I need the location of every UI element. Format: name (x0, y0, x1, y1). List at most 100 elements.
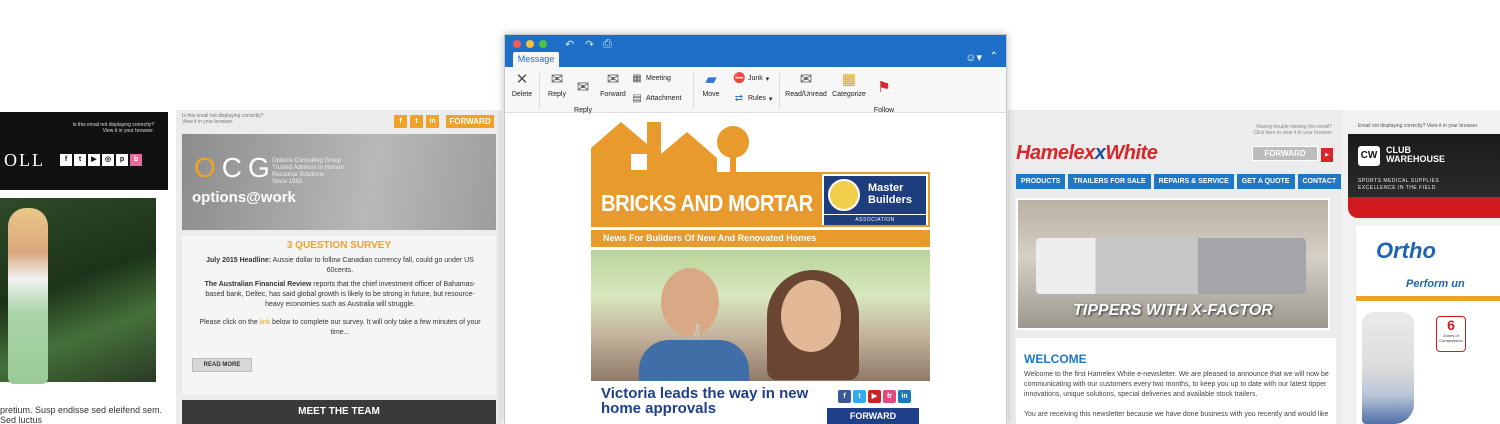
blog-icon[interactable]: b (130, 154, 142, 166)
view-in-browser-link[interactable]: View it in your browser. (1427, 123, 1478, 129)
rules-icon: ⇄ (734, 93, 744, 104)
redo-icon[interactable]: ↷ (585, 38, 594, 51)
ocg-body: 3 QUESTION SURVEY July 2015 Headline: Au… (182, 236, 496, 394)
rules-dropdown[interactable]: ⇄ Rules ▾ (733, 93, 773, 104)
compression-sock-image (1362, 312, 1414, 424)
print-icon[interactable]: ⎙ (603, 38, 612, 51)
nav-get-a-quote[interactable]: GET A QUOTE (1236, 174, 1295, 189)
model-figure (8, 208, 48, 384)
photo-woman-face (781, 280, 841, 352)
youtube-icon[interactable]: ▶ (1321, 148, 1333, 162)
delete-button[interactable]: ✕ Delete (509, 71, 535, 99)
house-silhouette (591, 122, 717, 178)
delete-x-icon: ✕ (515, 71, 529, 88)
youtube-icon[interactable]: ▶ (88, 154, 100, 166)
newsletter-forward-button[interactable]: FORWARD (827, 408, 919, 424)
clubwarehouse-banner: CW CLUB WAREHOUSE SPORTS MEDICAL SUPPLIE… (1348, 134, 1500, 218)
nav-trailers-for-sale[interactable]: TRAILERS FOR SALE (1068, 174, 1151, 189)
read-unread-button[interactable]: ✉ Read/Unread (783, 71, 829, 99)
clubwarehouse-name: CLUB WAREHOUSE (1386, 145, 1446, 164)
facebook-icon[interactable]: f (838, 390, 851, 403)
cw-logo-mark: CW (1358, 146, 1380, 166)
attachment-button[interactable]: ▤ Attachment (631, 93, 681, 104)
view-in-browser-note[interactable]: Is this email not displaying correctly? … (73, 122, 154, 134)
feedback-smiley-icon[interactable]: ☺▾ (965, 51, 982, 64)
linkedin-icon[interactable]: in (426, 115, 439, 128)
product-card: Ortho Perform un 6 Zones of Compression (1356, 226, 1500, 424)
chevron-down-icon: ▾ (765, 75, 770, 83)
couple-with-keys-photo: ⚷ (591, 250, 930, 381)
view-in-browser-note[interactable]: Is this email not displaying correctly? … (182, 113, 263, 125)
article-headline[interactable]: Victoria leads the way in new home appro… (601, 386, 831, 416)
linkedin-icon[interactable]: in (898, 390, 911, 403)
nav-contact[interactable]: CONTACT (1297, 174, 1342, 189)
flickr-icon[interactable]: fr (883, 390, 896, 403)
brand-logo: OLL (4, 150, 45, 170)
close-window-button[interactable] (513, 40, 521, 48)
view-in-browser-note: Email not displaying correctly? View it … (1358, 123, 1479, 129)
fashion-header: Is this email not displaying correctly? … (0, 112, 168, 190)
youtube-icon[interactable]: ▶ (868, 390, 881, 403)
social-icons: f t ▶ ◎ p b (60, 154, 142, 166)
chevron-down-icon: ▾ (768, 95, 773, 103)
ocg-logo: O C G (194, 152, 270, 183)
review-paragraph: The Australian Financial Review reports … (204, 281, 476, 308)
facebook-icon[interactable]: f (60, 154, 72, 166)
instagram-icon[interactable]: ◎ (102, 154, 114, 166)
photo-man-face (661, 268, 719, 336)
hamelex-body: WELCOME Welcome to the first Hamelex Whi… (1016, 338, 1336, 424)
ocg-hero-banner: O C G Options Consulting Group Trusted A… (182, 134, 496, 230)
zoom-window-button[interactable] (539, 40, 547, 48)
minimize-window-button[interactable] (526, 40, 534, 48)
accent-bar (1356, 296, 1500, 301)
collapse-ribbon-icon[interactable]: ⌃ (990, 51, 998, 62)
survey-link[interactable]: link (260, 319, 271, 326)
meet-the-team-heading: MEET THE TEAM (182, 400, 496, 424)
email-showcase: Is this email not displaying correctly? … (0, 0, 1500, 424)
fashion-email-preview: Is this email not displaying correctly? … (0, 112, 168, 424)
categorize-button[interactable]: ▦ Categorize (829, 71, 869, 99)
read-more-button[interactable]: READ MORE (192, 358, 252, 372)
reply-button[interactable]: ✉ Reply (543, 71, 571, 99)
headline-paragraph: July 2015 Headline: Aussie dollar to fol… (206, 257, 474, 274)
move-button[interactable]: ▰ Move (697, 71, 725, 99)
meeting-button[interactable]: ▦ Meeting (631, 73, 671, 84)
view-in-browser-note[interactable]: Having trouble viewing this email? Click… (1253, 124, 1332, 136)
junk-dropdown[interactable]: ⛔ Junk ▾ (733, 73, 769, 84)
facebook-icon[interactable]: f (394, 115, 407, 128)
clubwarehouse-tagline: SPORTS MEDICAL SUPPLIES EXCELLENCE IN TH… (1358, 178, 1440, 191)
survey-paragraph: Please click on the link below to comple… (199, 319, 481, 336)
attachment-icon: ▤ (632, 93, 642, 104)
message-ribbon: ✕ Delete ✉ Reply ✉ Reply All ✉ Forward ▦… (505, 67, 1006, 122)
forward-button[interactable]: FORWARD (1252, 146, 1318, 161)
receiving-paragraph: You are receiving this newsletter becaus… (1024, 411, 1329, 418)
org-description: Options Consulting Group Trusted Advisor… (272, 158, 344, 185)
forward-button[interactable]: FORWARD (446, 115, 494, 128)
tab-message[interactable]: Message (513, 52, 559, 67)
forward-mail-button[interactable]: ✉ Forward (597, 71, 629, 99)
twitter-icon[interactable]: t (853, 390, 866, 403)
hero-caption: TIPPERS WITH X-FACTOR (1073, 302, 1273, 319)
move-folder-icon: ▰ (705, 71, 717, 88)
tagline: options@work (192, 189, 296, 206)
message-body: BRICKS AND MORTAR Master Builders ASSOCI… (505, 114, 1006, 424)
ribbon-separator (779, 73, 780, 109)
welcome-paragraph: Welcome to the first Hamelex White e-new… (1024, 371, 1329, 398)
zones-badge: 6 Zones of Compression (1436, 316, 1466, 352)
master-builders-badge: Master Builders (824, 176, 926, 214)
social-icons: f t in (394, 115, 439, 128)
undo-icon[interactable]: ↶ (565, 38, 574, 51)
newsletter-subtitle: News For Builders Of New And Renovated H… (603, 233, 817, 243)
survey-title: 3 QUESTION SURVEY (286, 240, 392, 251)
twitter-icon[interactable]: t (74, 154, 86, 166)
pinterest-icon[interactable]: p (116, 154, 128, 166)
ribbon-separator (693, 73, 694, 109)
nav-products[interactable]: PRODUCTS (1016, 174, 1066, 189)
newsletter-title-bar: BRICKS AND MORTAR (591, 172, 820, 227)
twitter-icon[interactable]: t (410, 115, 423, 128)
house-window (631, 154, 647, 170)
window-titlebar: ↶ ↷ ⎙ ☺▾ ⌃ Message (505, 35, 1006, 67)
master-builders-logo: Master Builders ASSOCIATION (820, 172, 930, 227)
key-icon: ⚷ (691, 322, 703, 339)
nav-repairs-service[interactable]: REPAIRS & SERVICE (1153, 174, 1234, 189)
